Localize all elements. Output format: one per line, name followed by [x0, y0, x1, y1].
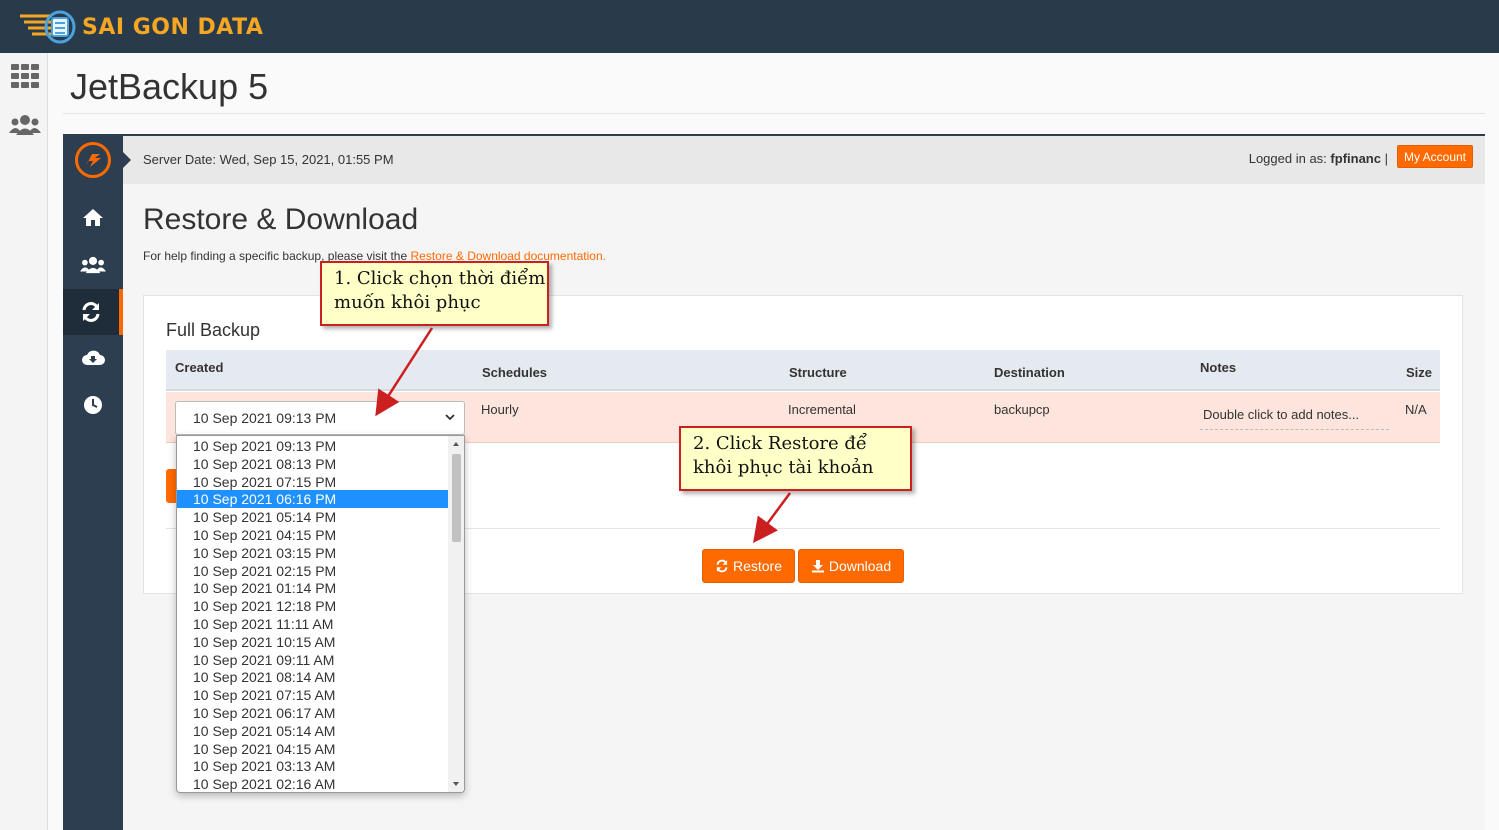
clock-icon: [84, 396, 102, 414]
dropdown-option[interactable]: 10 Sep 2021 07:15 AM: [177, 686, 448, 704]
dropdown-option[interactable]: 10 Sep 2021 08:13 PM: [177, 455, 448, 473]
page-title: JetBackup 5: [70, 66, 269, 107]
dropdown-option[interactable]: 10 Sep 2021 04:15 PM: [177, 526, 448, 544]
nav-accounts[interactable]: [63, 242, 123, 288]
callout-step-1-line-1: 1. Click chọn thời điểm: [334, 268, 546, 289]
top-bar: SAI GON DATA: [0, 0, 1499, 53]
dropdown-option[interactable]: 10 Sep 2021 10:15 AM: [177, 633, 448, 651]
cell-schedules: Hourly: [481, 402, 519, 417]
scroll-down-icon[interactable]: [448, 779, 464, 789]
nav-download[interactable]: [63, 335, 123, 381]
users-icon[interactable]: [9, 111, 41, 139]
my-account-button[interactable]: My Account: [1396, 145, 1473, 168]
logged-in-text: Logged in as: fpfinanc |: [1249, 151, 1388, 166]
scroll-thumb[interactable]: [452, 454, 461, 542]
users-icon: [80, 256, 106, 274]
cell-destination: backupcp: [994, 402, 1050, 417]
dropdown-option[interactable]: 10 Sep 2021 06:17 AM: [177, 704, 448, 722]
cell-structure: Incremental: [788, 402, 856, 417]
header-bar: Server Date: Wed, Sep 15, 2021, 01:55 PM…: [123, 136, 1485, 184]
dropdown-option[interactable]: 10 Sep 2021 03:13 AM: [177, 757, 448, 775]
dropdown-option[interactable]: 10 Sep 2021 12:18 PM: [177, 597, 448, 615]
column-header-size[interactable]: Size: [1406, 365, 1432, 380]
download-label: Download: [828, 558, 892, 574]
cloud-download-icon: [82, 350, 105, 365]
callout-step-1-line-2: muốn khôi phục: [334, 292, 481, 313]
saigondata-logo-icon: [20, 10, 76, 44]
dropdown-option[interactable]: 10 Sep 2021 02:15 PM: [177, 562, 448, 580]
restore-button[interactable]: Restore: [702, 549, 795, 583]
nav-restore-download[interactable]: [63, 289, 123, 335]
download-icon: [811, 560, 824, 573]
nav-home[interactable]: [63, 194, 123, 240]
grid-icon[interactable]: [9, 62, 41, 90]
dropdown-scrollbar[interactable]: [448, 436, 464, 792]
dropdown-option[interactable]: 10 Sep 2021 08:14 AM: [177, 668, 448, 686]
dropdown-option[interactable]: 10 Sep 2021 09:11 AM: [177, 651, 448, 669]
logged-in-label: Logged in as:: [1248, 151, 1327, 166]
dropdown-option[interactable]: 10 Sep 2021 09:13 PM: [177, 437, 448, 455]
username: fpfinanc: [1330, 151, 1381, 166]
logo-text: SAI GON DATA: [82, 14, 264, 40]
created-dropdown-list[interactable]: 10 Sep 2021 09:13 PM 10 Sep 2021 08:13 PM…: [176, 435, 465, 793]
dropdown-option[interactable]: 10 Sep 2021 06:16 PM: [177, 490, 448, 509]
jetbackup-logo-icon[interactable]: [75, 142, 111, 178]
title-divider: [63, 113, 1485, 114]
cpanel-rail: [0, 53, 48, 830]
callout-step-2: 2. Click Restore để khôi phục tài khoản: [679, 426, 912, 491]
dropdown-option[interactable]: 10 Sep 2021 11:11 AM: [177, 615, 448, 633]
dropdown-option[interactable]: 10 Sep 2021 04:15 AM: [177, 740, 448, 758]
jetbackup-sidenav: [63, 136, 123, 830]
created-select[interactable]: 10 Sep 2021 09:13 PM: [175, 401, 465, 435]
callout-step-2-line-1: 2. Click Restore để: [693, 433, 867, 454]
nav-queue[interactable]: [63, 382, 123, 428]
notes-field[interactable]: Double click to add notes...: [1200, 401, 1389, 430]
panel-title: Full Backup: [166, 320, 261, 340]
column-header-notes[interactable]: Notes: [1200, 360, 1236, 375]
server-date: Server Date: Wed, Sep 15, 2021, 01:55 PM: [143, 152, 394, 167]
header-arrow: [123, 152, 131, 168]
chevron-down-icon: [445, 414, 455, 421]
dropdown-option[interactable]: 10 Sep 2021 03:15 PM: [177, 544, 448, 562]
column-header-structure[interactable]: Structure: [789, 365, 847, 380]
restore-icon: [716, 559, 728, 573]
callout-step-2-line-2: khôi phục tài khoản: [693, 457, 874, 478]
column-header-schedules[interactable]: Schedules: [482, 365, 547, 380]
scroll-up-icon[interactable]: [448, 439, 464, 449]
dropdown-option[interactable]: 10 Sep 2021 05:14 PM: [177, 508, 448, 526]
dropdown-option[interactable]: 10 Sep 2021 01:14 PM: [177, 579, 448, 597]
cell-size: N/A: [1405, 402, 1427, 417]
created-select-value: 10 Sep 2021 09:13 PM: [193, 410, 337, 426]
header-separator: |: [1384, 151, 1388, 166]
column-header-created[interactable]: Created: [175, 360, 223, 375]
restore-icon: [82, 302, 100, 322]
dropdown-option[interactable]: 10 Sep 2021 05:14 AM: [177, 722, 448, 740]
dropdown-option[interactable]: 10 Sep 2021 02:16 AM: [177, 775, 448, 792]
restore-label: Restore: [732, 558, 783, 574]
dropdown-option[interactable]: 10 Sep 2021 07:15 PM: [177, 473, 448, 491]
download-button[interactable]: Download: [798, 549, 904, 583]
home-icon: [83, 209, 103, 226]
saigondata-logo[interactable]: SAI GON DATA: [18, 8, 263, 46]
section-title: Restore & Download: [143, 203, 419, 236]
column-header-destination[interactable]: Destination: [994, 365, 1065, 380]
callout-step-1: 1. Click chọn thời điểm muốn khôi phục: [320, 261, 549, 326]
